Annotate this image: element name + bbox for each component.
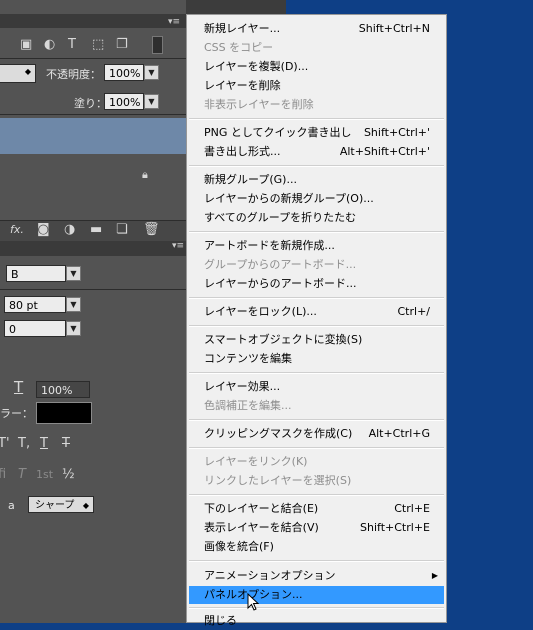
mask-icon[interactable]: ◙ — [37, 223, 50, 237]
menu-item-select-linked-layers[interactable]: リンクしたレイヤーを選択(S) — [204, 472, 351, 490]
adjustment-filter-icon[interactable]: ◐ — [44, 38, 55, 52]
tracking-field[interactable]: 0 — [4, 320, 66, 337]
lock-icon: 🔒︎ — [142, 168, 148, 181]
layers-panel-flyout-menu: 新規レイヤー... Shift+Ctrl+N CSS をコピー レイヤーを複製(… — [186, 14, 447, 627]
subscript-icon[interactable]: T, — [18, 437, 30, 451]
menu-item-animation-options[interactable]: アニメーションオプション — [204, 567, 336, 585]
shortcut-export-as: Alt+Shift+Ctrl+' — [339, 145, 430, 158]
menu-separator — [189, 297, 444, 299]
vertical-scale-icon: T — [14, 378, 24, 396]
color-label: ラー： — [0, 407, 33, 420]
menu-separator — [189, 118, 444, 120]
shortcut-new-layer: Shift+Ctrl+N — [358, 22, 430, 35]
strikethrough-icon[interactable]: T — [62, 437, 70, 451]
opacity-label: 不透明度： — [46, 68, 101, 81]
shortcut-merge-down: Ctrl+E — [394, 502, 430, 515]
opacity-dropdown[interactable]: ▼ — [144, 65, 159, 80]
menu-item-artboard-from-layers[interactable]: レイヤーからのアートボード... — [204, 275, 357, 293]
menu-item-merge-down[interactable]: 下のレイヤーと結合(E) — [204, 500, 318, 518]
menu-separator — [189, 494, 444, 496]
smart-object-filter-icon[interactable]: ❐ — [116, 38, 128, 52]
superscript-icon[interactable]: T' — [0, 437, 10, 451]
shortcut-lock-layers: Ctrl+/ — [397, 305, 431, 318]
vertical-scale-field[interactable]: 100% — [36, 381, 90, 398]
layers-bottom-bar: fx. ◙ ◑ ▬ ❏ 🗑︎ — [0, 220, 186, 241]
menu-item-create-clipping-mask[interactable]: クリッピングマスクを作成(C) — [204, 425, 352, 443]
layers-panel: ▾≡ ▣ ◐ T ⬚ ❐ ◆ 不透明度： 100% ▼ 塗り： 100% ▼ 🔒… — [0, 0, 186, 623]
fx-icon[interactable]: fx. — [10, 223, 24, 237]
antialias-select[interactable]: シャープ ◆ — [28, 496, 94, 513]
divider — [0, 114, 186, 115]
selected-layer-row[interactable] — [0, 118, 186, 154]
trash-icon[interactable]: 🗑︎ — [143, 223, 160, 237]
menu-item-link-layers[interactable]: レイヤーをリンク(K) — [204, 453, 307, 471]
underline-icon[interactable]: T — [40, 437, 48, 451]
filter-toggle[interactable] — [152, 36, 163, 54]
blend-mode-select[interactable]: ◆ — [0, 64, 36, 83]
ligature-icon[interactable]: fi — [0, 468, 6, 482]
menu-item-delete-hidden-layers[interactable]: 非表示レイヤーを削除 — [204, 96, 314, 114]
submenu-arrow-icon: ▶ — [431, 571, 438, 580]
adjustment-layer-icon[interactable]: ◑ — [64, 223, 75, 237]
menu-item-new-group[interactable]: 新規グループ(G)... — [204, 171, 297, 189]
font-size-dropdown[interactable]: ▼ — [66, 297, 81, 312]
antialias-value: シャープ — [35, 500, 75, 511]
tracking-dropdown[interactable]: ▼ — [66, 321, 81, 336]
menu-item-export-as[interactable]: 書き出し形式... — [204, 143, 281, 161]
font-size-field[interactable]: 80 pt — [4, 296, 66, 313]
menu-separator — [189, 560, 444, 562]
menu-item-artboard-from-group[interactable]: グループからのアートボード... — [204, 256, 356, 274]
divider — [0, 58, 186, 59]
menu-separator — [189, 447, 444, 449]
menu-separator — [189, 607, 444, 609]
color-swatch[interactable] — [36, 402, 92, 424]
shortcut-merge-visible: Shift+Ctrl+E — [360, 521, 430, 534]
menu-item-quick-export-png[interactable]: PNG としてクイック書き出し — [204, 124, 352, 142]
ordinal-icon[interactable]: 1st — [36, 468, 53, 482]
character-tab-bar: ▾≡ — [0, 241, 186, 256]
opacity-field[interactable]: 100% — [104, 64, 144, 81]
divider — [0, 289, 186, 290]
image-filter-icon[interactable]: ▣ — [20, 38, 32, 52]
new-layer-icon[interactable]: ❏ — [116, 223, 128, 237]
menu-item-layer-effects[interactable]: レイヤー効果... — [204, 378, 280, 396]
menu-separator — [189, 165, 444, 167]
menu-item-merge-visible[interactable]: 表示レイヤーを結合(V) — [204, 519, 319, 537]
fill-dropdown[interactable]: ▼ — [144, 94, 159, 109]
fill-label: 塗り： — [74, 97, 107, 110]
shortcut-create-clipping-mask: Alt+Ctrl+G — [368, 427, 430, 440]
menu-item-delete-layer[interactable]: レイヤーを削除 — [204, 77, 281, 95]
layers-tab-bar — [0, 14, 186, 28]
font-style-field[interactable]: B — [6, 265, 66, 282]
menu-item-edit-adjustment[interactable]: 色調補正を編集... — [204, 397, 292, 415]
folder-icon[interactable]: ▬ — [90, 223, 102, 237]
menu-item-collapse-all-groups[interactable]: すべてのグループを折りたたむ — [204, 209, 356, 227]
menu-item-copy-css[interactable]: CSS をコピー — [204, 39, 273, 57]
menu-item-convert-to-smart-object[interactable]: スマートオブジェクトに変換(S) — [204, 331, 362, 349]
menu-item-new-layer[interactable]: 新規レイヤー... — [204, 20, 280, 38]
antialias-label: a — [8, 499, 15, 512]
menu-item-duplicate-layer[interactable]: レイヤーを複製(D)... — [204, 58, 308, 76]
menu-item-new-group-from-layers[interactable]: レイヤーからの新規グループ(O)... — [204, 190, 374, 208]
type-filter-icon[interactable]: T — [68, 38, 76, 52]
menu-item-lock-layers[interactable]: レイヤーをロック(L)... — [204, 303, 317, 321]
shortcut-quick-export-png: Shift+Ctrl+' — [363, 126, 430, 139]
swash-icon[interactable]: T — [18, 468, 26, 482]
menu-item-edit-contents[interactable]: コンテンツを編集 — [204, 350, 292, 368]
fill-field[interactable]: 100% — [104, 93, 144, 110]
mouse-pointer-icon — [247, 593, 260, 611]
menu-separator — [189, 372, 444, 374]
menu-separator — [189, 419, 444, 421]
shape-filter-icon[interactable]: ⬚ — [92, 38, 104, 52]
font-style-dropdown[interactable]: ▼ — [66, 266, 81, 281]
menu-item-close[interactable]: 閉じる — [204, 612, 237, 630]
menu-item-flatten-image[interactable]: 画像を統合(F) — [204, 538, 274, 556]
fraction-icon[interactable]: ½ — [62, 468, 75, 482]
panel-menu-icon[interactable]: ▾≡ — [168, 17, 180, 27]
menu-separator — [189, 231, 444, 233]
menu-separator — [189, 325, 444, 327]
menu-item-new-artboard[interactable]: アートボードを新規作成... — [204, 237, 335, 255]
